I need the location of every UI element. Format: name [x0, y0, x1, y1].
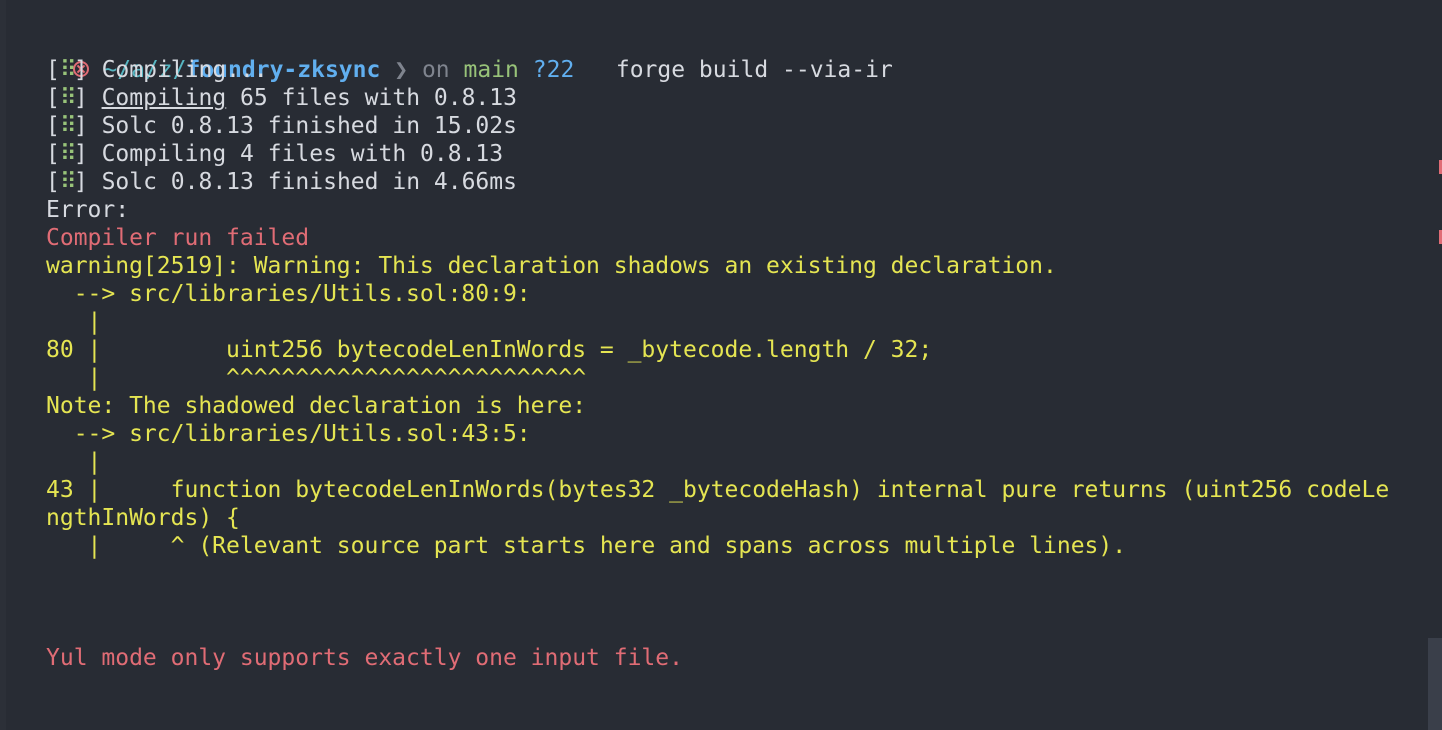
spinner-icon: ⠿ [59, 141, 77, 167]
terminal-window[interactable]: ~/a/z/foundry-zksync ❯ on main ?22 forge… [0, 0, 1442, 730]
progress-line: [⠿] Compiling 4 files with 0.8.13 [46, 141, 504, 167]
code-line-43-wrap: ngthInWords) { [46, 505, 240, 531]
warning-header: warning[2519]: Warning: This declaration… [46, 253, 1057, 279]
yul-error-message: Yul mode only supports exactly one input… [46, 645, 683, 671]
progress-line: [⠿] Compiling 65 files with 0.8.13 [46, 85, 517, 111]
code-marker-80: | ^^^^^^^^^^^^^^^^^^^^^^^^^^ [46, 365, 587, 391]
code-marker-43: | ^ (Relevant source part starts here an… [46, 533, 1127, 559]
spinner-icon: ⠿ [59, 169, 77, 195]
code-gutter: | [46, 309, 102, 335]
progress-text: Solc 0.8.13 finished in 15.02s [101, 113, 517, 139]
code-line-80: 80 | uint256 bytecodeLenInWords = _bytec… [46, 337, 933, 363]
warning-location: --> src/libraries/Utils.sol:80:9: [46, 281, 531, 307]
progress-line: [⠿] Compiling... [46, 57, 268, 83]
code-line-43: 43 | function bytecodeLenInWords(bytes32… [46, 477, 1390, 503]
scrollbar[interactable] [1428, 638, 1442, 730]
spinner-icon: ⠿ [59, 85, 77, 111]
progress-text: Compiling 4 files with 0.8.13 [101, 141, 504, 167]
left-gutter-strip [0, 0, 6, 730]
error-label: Error: [46, 197, 130, 223]
git-branch: main [463, 57, 519, 83]
progress-text: 65 files with 0.8.13 [226, 85, 517, 111]
prompt-line: ~/a/z/foundry-zksync ❯ on main ?22 forge… [18, 28, 893, 83]
spinner-icon: ⠿ [59, 57, 77, 83]
progress-underlined: Compiling [101, 85, 227, 111]
prompt-separator-icon: ❯ [394, 57, 409, 83]
on-text: on [421, 57, 450, 83]
progress-line: [⠿] Solc 0.8.13 finished in 4.66ms [46, 169, 517, 195]
progress-line: [⠿] Solc 0.8.13 finished in 15.02s [46, 113, 517, 139]
spinner-icon: ⠿ [59, 113, 77, 139]
command-text: forge build --via-ir [615, 57, 893, 83]
code-gutter: | [46, 449, 102, 475]
compiler-failed-message: Compiler run failed [46, 225, 310, 251]
git-status: ?22 [532, 57, 575, 83]
progress-text: Compiling... [101, 57, 268, 83]
note-header: Note: The shadowed declaration is here: [46, 393, 587, 419]
progress-text: Solc 0.8.13 finished in 4.66ms [101, 169, 517, 195]
note-location: --> src/libraries/Utils.sol:43:5: [46, 421, 531, 447]
